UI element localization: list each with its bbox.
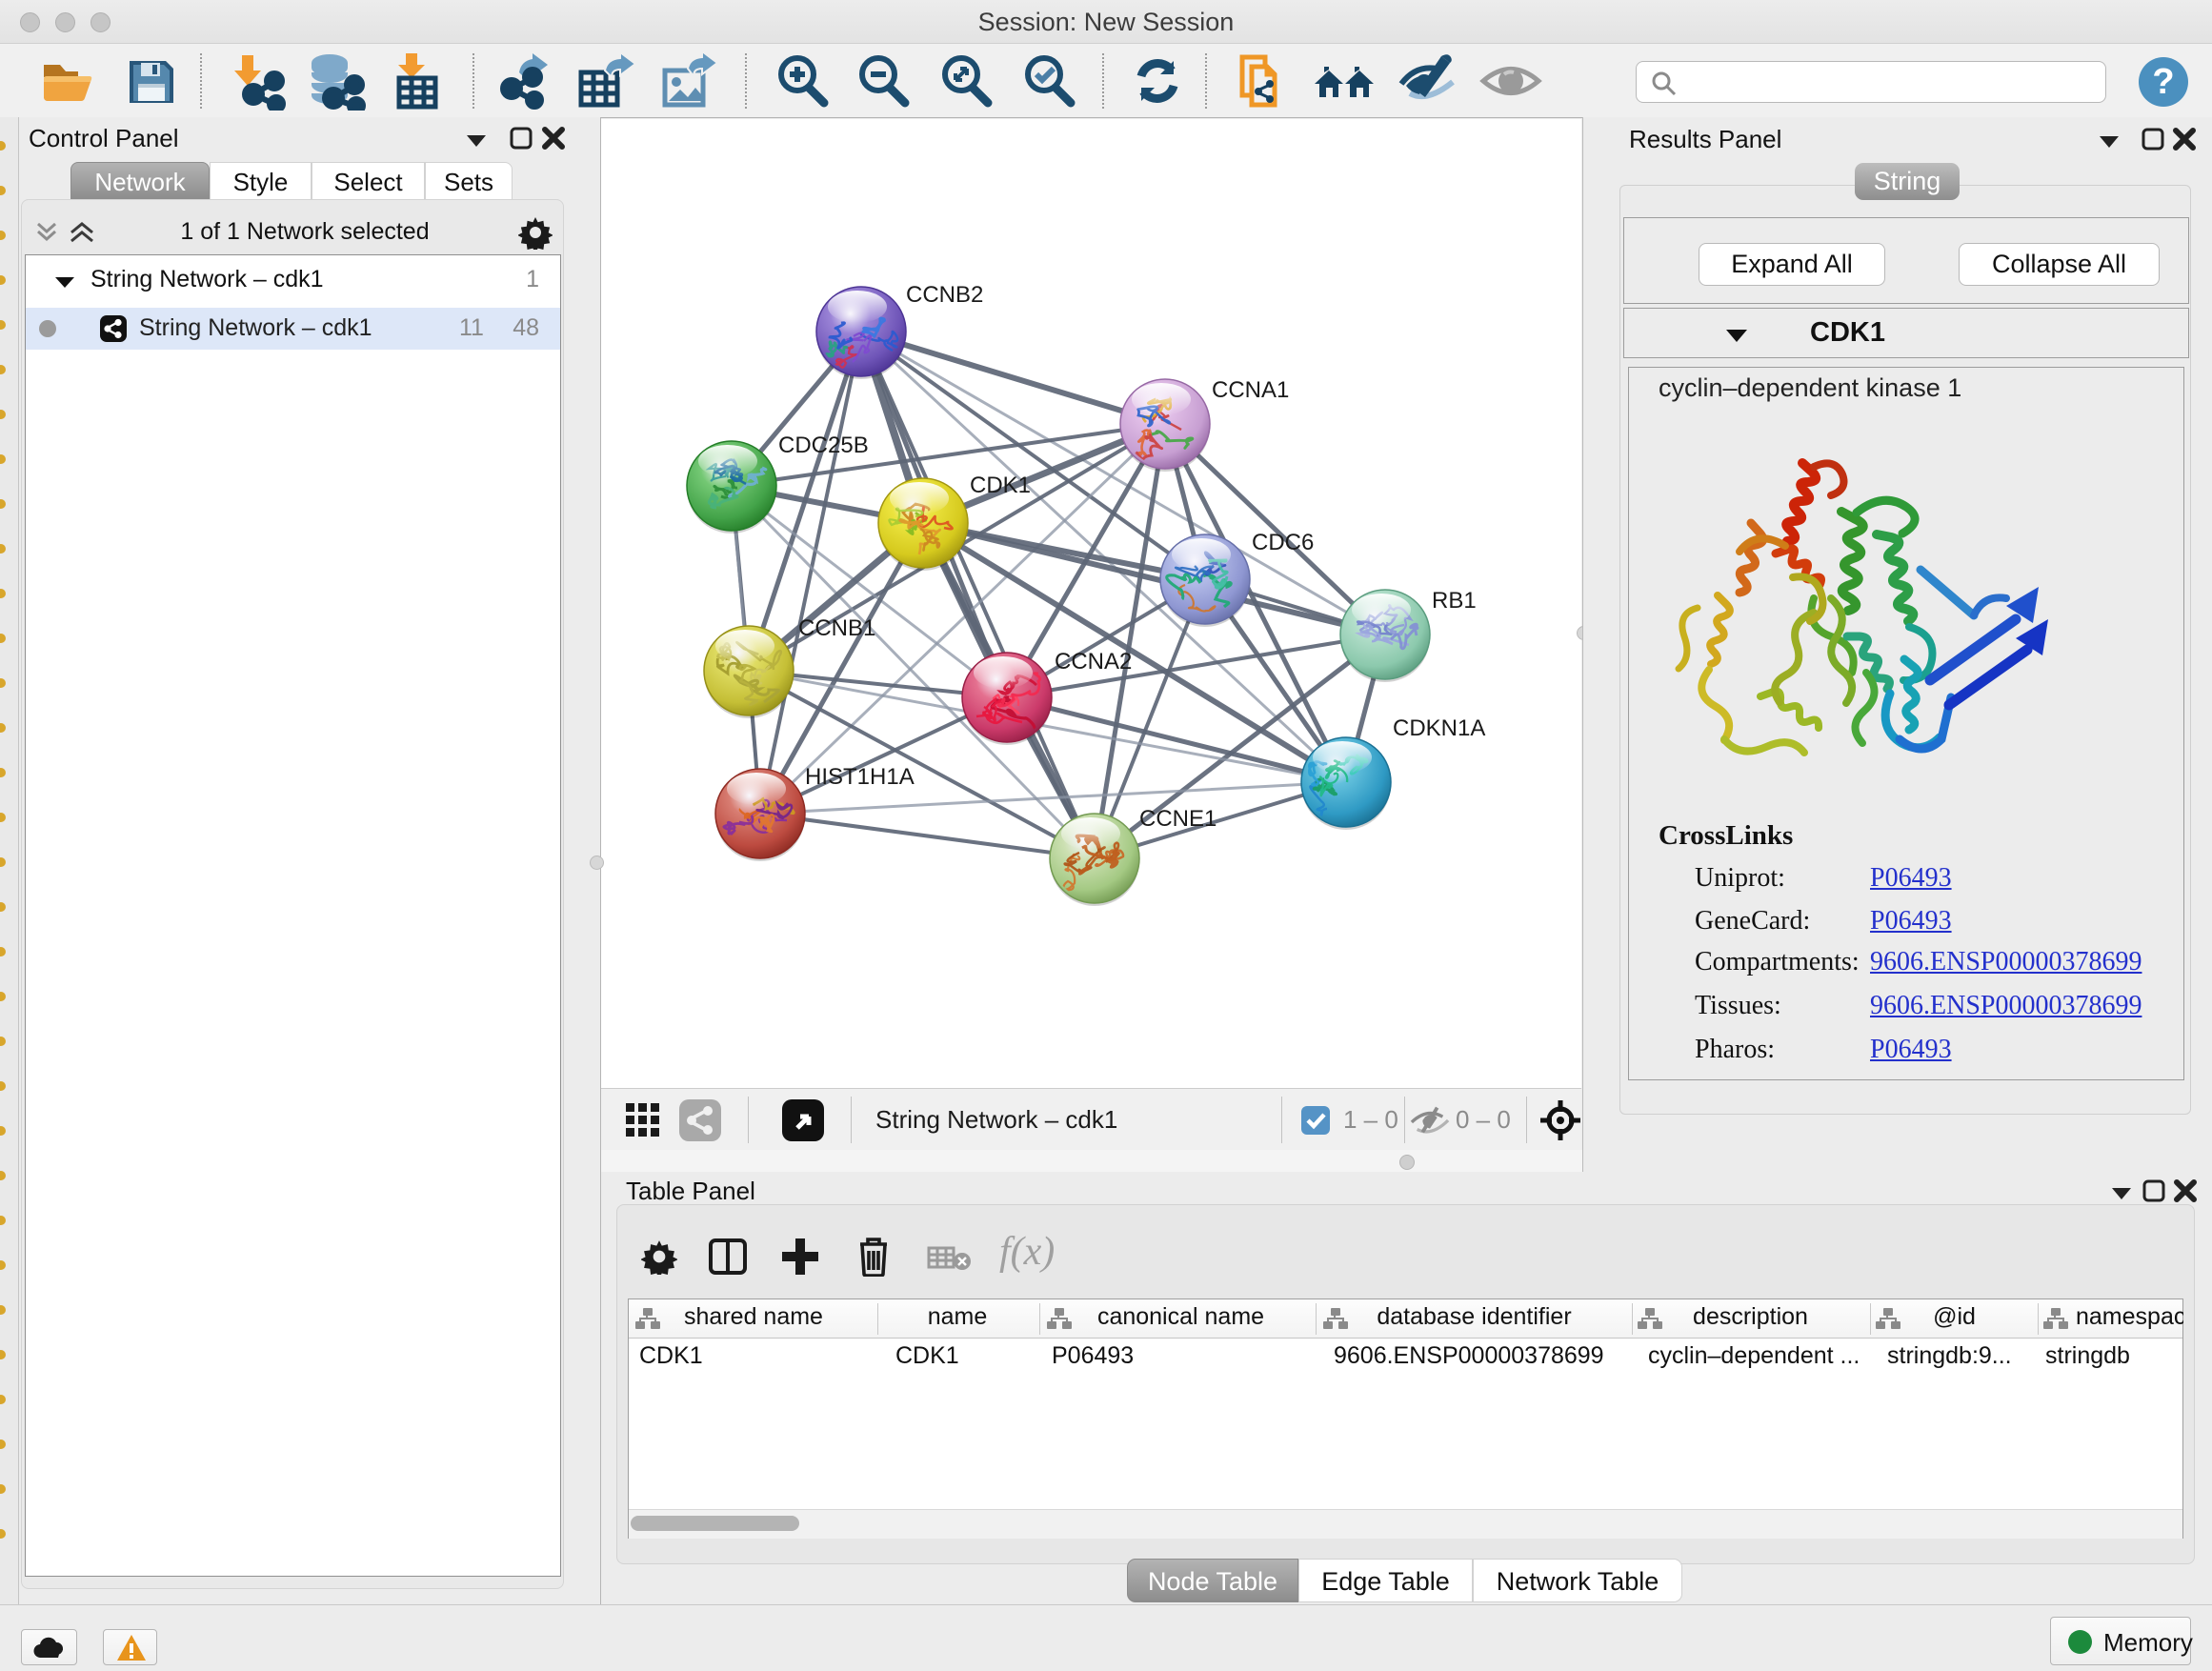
svg-text:CCNA2: CCNA2 [1055, 649, 1132, 674]
svg-text:?: ? [2152, 62, 2174, 102]
svg-text:CCNB1: CCNB1 [798, 615, 875, 641]
svg-text:HIST1H1A: HIST1H1A [805, 764, 915, 790]
svg-text:CCNB2: CCNB2 [906, 282, 983, 308]
svg-text:CCNE1: CCNE1 [1139, 806, 1217, 832]
svg-text:CCNA1: CCNA1 [1212, 377, 1289, 403]
svg-text:CDKN1A: CDKN1A [1393, 715, 1485, 741]
svg-text:CDK1: CDK1 [970, 473, 1031, 498]
svg-text:RB1: RB1 [1432, 588, 1477, 614]
svg-text:CDC25B: CDC25B [778, 433, 869, 458]
svg-text:CDC6: CDC6 [1252, 530, 1314, 555]
